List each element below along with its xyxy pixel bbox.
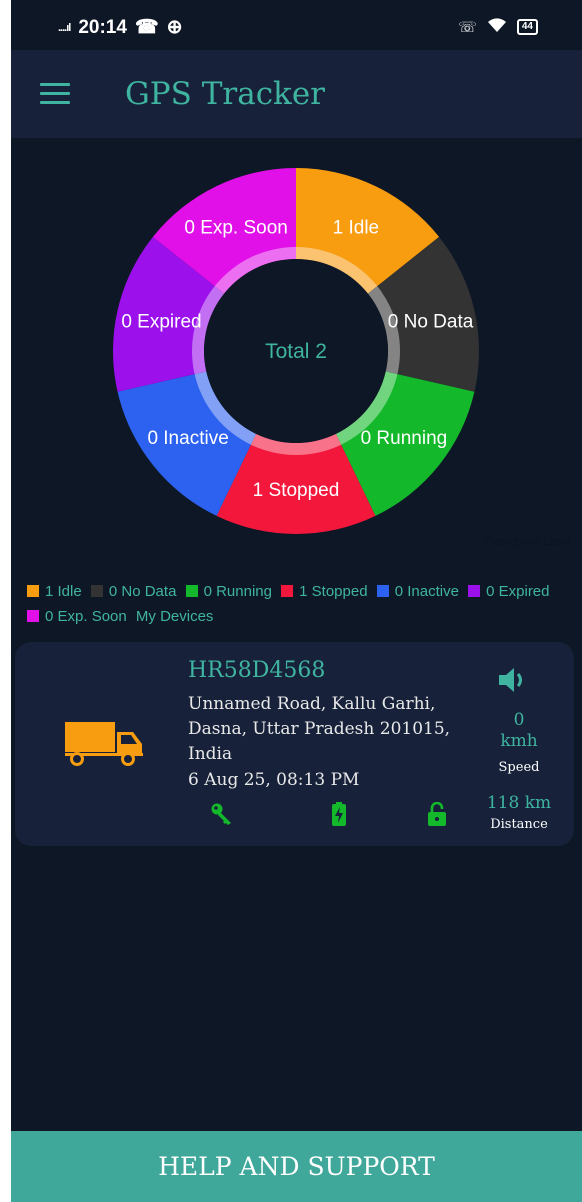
my-devices-heading: My Devices	[135, 608, 214, 625]
pie-slice-label: 0 Expired	[121, 311, 201, 332]
battery-charging-icon	[332, 802, 346, 826]
pie-slice-label: 0 Running	[361, 428, 448, 449]
legend-item-exp-soon: 0 Exp. Soon	[27, 604, 127, 629]
volume-icon[interactable]	[497, 666, 531, 694]
legend-item-expired: 0 Expired	[468, 579, 550, 604]
legend-item-no-data: 0 No Data	[90, 579, 176, 604]
app-screen: ....ıl 20:14 ☎ ⊕ ☏ 44 GPS Tracker Total …	[11, 0, 582, 1202]
legend-swatch	[185, 585, 198, 597]
legend-item-inactive: 0 Inactive	[376, 579, 459, 604]
key-icon	[211, 803, 231, 825]
legend-swatch	[468, 585, 481, 597]
app-bar: GPS Tracker	[11, 50, 582, 138]
chart-center-total: Total 2	[265, 340, 327, 363]
volte-call-icon: ☏	[458, 19, 477, 36]
distance-label: Distance	[490, 817, 548, 832]
truck-icon	[65, 722, 143, 766]
device-card[interactable]: HR58D4568 Unnamed Road, Kallu Garhi, Das…	[15, 642, 574, 846]
pie-slice-label: 1 Idle	[333, 218, 379, 239]
status-time: 20:14	[78, 16, 127, 38]
legend-item-stopped: 1 Stopped	[281, 579, 368, 604]
legend-swatch	[27, 610, 39, 622]
pie-slice-label: 0 Exp. Soon	[184, 218, 288, 239]
speed-label: Speed	[498, 760, 540, 775]
pie-slice-label: 1 Stopped	[253, 480, 340, 501]
signal-icon: ....ıl	[58, 21, 71, 34]
legend-swatch	[27, 585, 39, 597]
app-title: GPS Tracker	[125, 76, 326, 112]
legend-swatch	[376, 585, 389, 597]
legend-swatch	[90, 585, 103, 597]
distance-value: 118 km	[486, 793, 552, 813]
whatsapp-icon: ☎	[134, 17, 159, 38]
hamburger-menu-icon[interactable]	[40, 83, 70, 105]
status-donut-chart[interactable]: Total 2 1 Idle 0 No Data 0 Running 1 Stopped…	[11, 138, 582, 558]
speed-value: 0 kmh	[500, 710, 538, 751]
device-address: Unnamed Road, Kallu Garhi, Dasna, Uttar …	[188, 694, 451, 764]
gps-icon: ⊕	[166, 17, 183, 38]
chart-description-label: Description Label	[485, 536, 570, 548]
unlock-icon	[428, 802, 446, 826]
chart-legend: 1 Idle 0 No Data 0 Running 1 Stopped 0 I…	[27, 579, 577, 629]
legend-item-running: 0 Running	[185, 579, 272, 604]
help-and-support-button[interactable]: HELP AND SUPPORT	[11, 1131, 582, 1202]
legend-item-idle: 1 Idle	[27, 579, 82, 604]
pie-slice-label: 0 No Data	[388, 311, 474, 332]
wifi-icon	[487, 17, 507, 37]
status-bar: ....ıl 20:14 ☎ ⊕ ☏ 44	[11, 0, 582, 50]
device-datetime: 6 Aug 25, 08:13 PM	[188, 770, 360, 790]
device-plate-number[interactable]: HR58D4568	[188, 658, 325, 683]
pie-slice-label: 0 Inactive	[147, 428, 228, 449]
legend-swatch	[281, 585, 294, 597]
battery-icon: 44	[516, 19, 538, 35]
